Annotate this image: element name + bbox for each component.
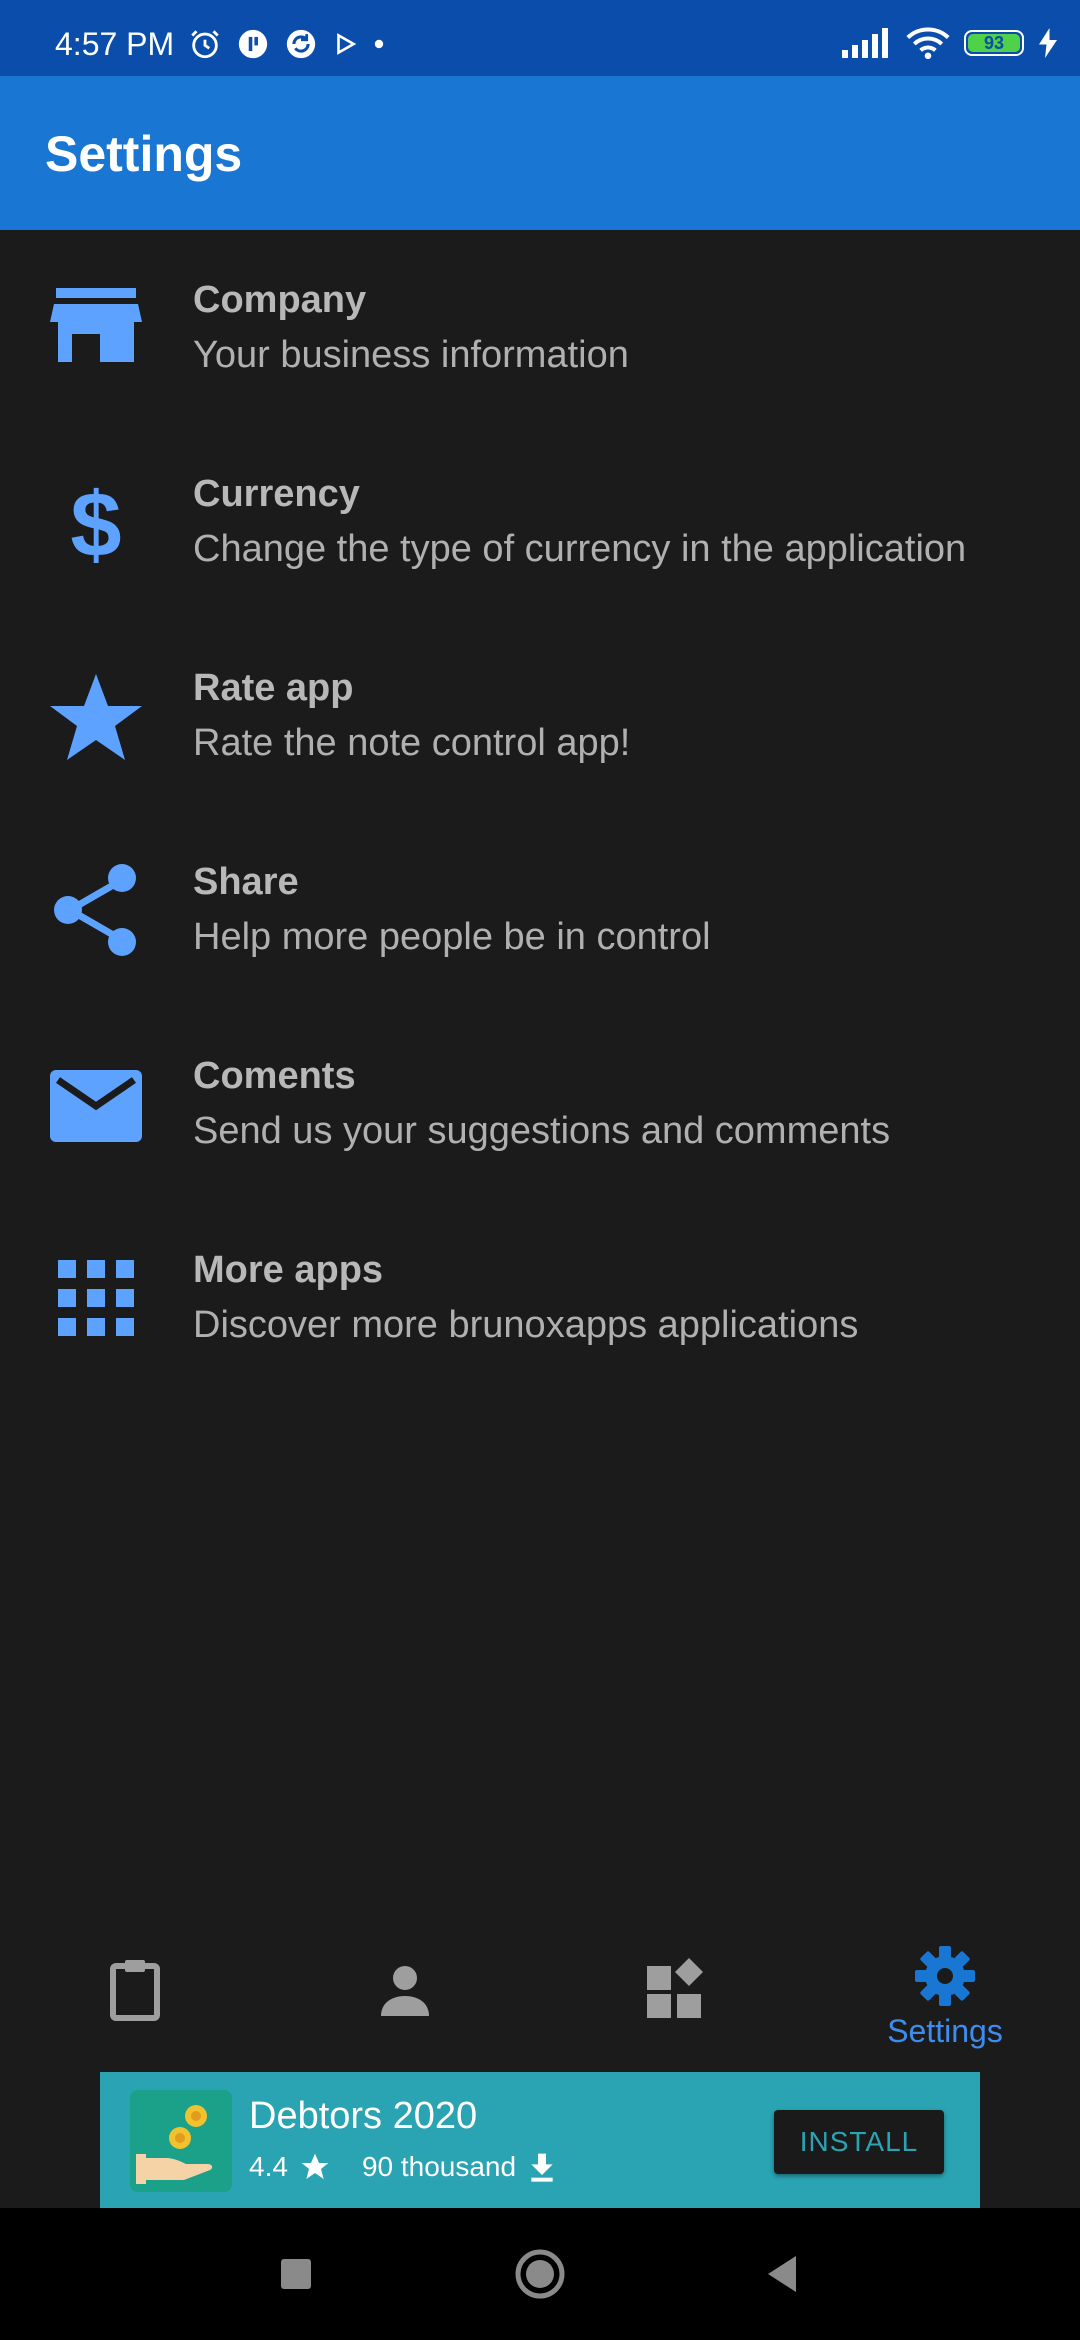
ad-rating: 4.4 [249,2151,288,2182]
star-icon [50,674,142,760]
home-button[interactable] [510,2244,570,2304]
settings-item-title: Currency [193,473,360,515]
ad-install-button[interactable]: INSTALL [774,2110,944,2174]
settings-item-comments[interactable]: Coments Send us your suggestions and com… [0,1006,1080,1200]
star-icon [301,2153,329,2179]
settings-item-title: Rate app [193,667,354,709]
nav-tab-products[interactable] [540,1912,810,2072]
store-icon [50,288,142,362]
ad-meta: 4.4 90 thousand [249,2150,558,2184]
svg-text:$: $ [70,474,121,570]
settings-list: Company Your business information $ Curr… [0,230,1080,1394]
settings-item-subtitle: Change the type of currency in the appli… [193,528,967,570]
settings-item-title: Coments [193,1055,356,1097]
status-icons-left [188,27,386,61]
settings-item-subtitle: Your business information [193,334,629,376]
gear-icon [915,1946,975,2006]
back-button[interactable] [752,2244,812,2304]
nav-label-settings: Settings [887,2013,1003,2049]
apps-grid-icon [58,1260,134,1336]
ad-app-name: Debtors 2020 [249,2095,478,2137]
bottom-nav: Settings [0,1912,1080,2072]
dot-icon [374,39,384,49]
status-time: 4:57 PM [55,26,175,62]
nav-tab-notes[interactable] [0,1912,270,2072]
settings-item-more-apps[interactable]: More apps Discover more brunoxapps appli… [0,1200,1080,1394]
settings-item-subtitle: Discover more brunoxapps applications [193,1304,859,1346]
app-notification-icon [238,29,268,59]
settings-item-title: More apps [193,1249,384,1291]
ad-banner[interactable]: Debtors 2020 4.4 90 thousand INSTALL [100,2072,980,2208]
play-icon [337,33,357,55]
alarm-icon [191,30,219,59]
mail-icon [50,1070,142,1142]
nav-tab-clients[interactable] [270,1912,540,2072]
dollar-icon: $ [70,474,121,570]
app-bar: Settings [0,76,1080,230]
wifi-icon [906,27,950,60]
signal-icon [842,28,888,58]
settings-item-share[interactable]: Share Help more people be in control [0,812,1080,1006]
share-icon [54,864,136,956]
status-bar: 4:57 PM 93 [0,0,1080,76]
debtors-app-icon [130,2090,232,2192]
battery-level: 93 [983,33,1005,53]
widgets-icon [647,1958,703,2018]
screen: 4:57 PM 93 Settings Company Your busines… [0,0,1080,2340]
settings-item-subtitle: Send us your suggestions and comments [193,1110,891,1152]
battery-icon: 93 [964,30,1024,56]
settings-item-currency[interactable]: $ Currency Change the type of currency i… [0,424,1080,618]
nav-tab-settings[interactable]: Settings [810,1912,1080,2072]
recents-button[interactable] [266,2244,326,2304]
settings-item-title: Share [193,861,299,903]
page-title: Settings [45,126,243,182]
download-icon [531,2153,553,2182]
sync-icon [286,29,316,59]
system-nav-bar [0,2208,1080,2340]
ad-downloads: 90 thousand [361,2151,517,2182]
settings-item-title: Company [193,279,367,321]
settings-item-company[interactable]: Company Your business information [0,230,1080,424]
settings-item-subtitle: Help more people be in control [193,916,711,958]
settings-item-rate-app[interactable]: Rate app Rate the note control app! [0,618,1080,812]
charging-icon [1039,28,1057,58]
settings-item-subtitle: Rate the note control app! [193,722,631,764]
status-icons-right: 93 [842,26,1058,60]
person-icon [381,1966,429,2016]
clipboard-icon [110,1960,160,2021]
